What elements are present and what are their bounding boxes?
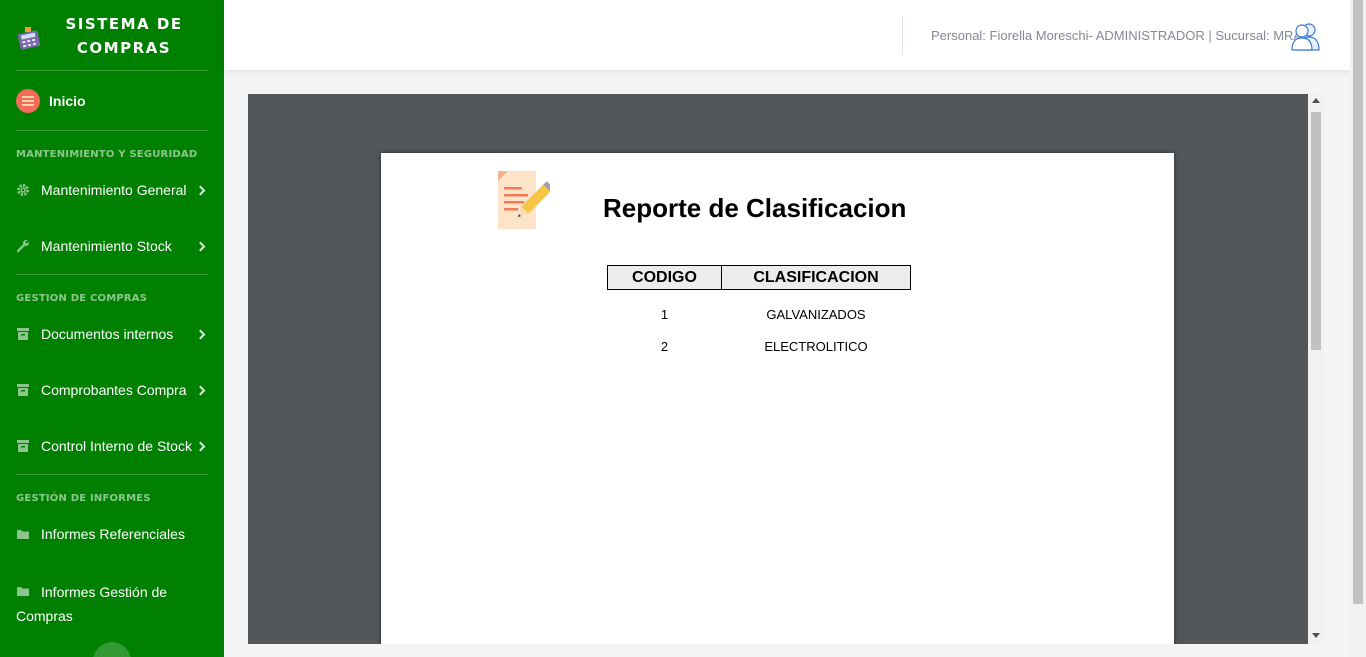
sidebar-item-label: Comprobantes Compra xyxy=(41,382,187,398)
sidebar-item-label: Informes Referenciales xyxy=(41,526,185,542)
cell-clasificacion: GALVANIZADOS xyxy=(766,307,866,323)
report-title: Reporte de Clasificacion xyxy=(603,193,907,223)
sidebar-item-inicio[interactable]: Inicio xyxy=(16,89,208,113)
chevron-right-icon xyxy=(195,441,206,451)
report-table: CODIGO CLASIFICACION 1 GALVANIZADOS 2 EL… xyxy=(607,265,911,366)
page-scroll-thumb[interactable] xyxy=(1353,0,1363,604)
sidebar-divider xyxy=(16,130,208,131)
chevron-right-icon xyxy=(195,185,206,195)
pdf-viewer[interactable]: Reporte de Clasificacion CODIGO CLASIFIC… xyxy=(248,94,1308,644)
sidebar-divider xyxy=(16,274,208,275)
sidebar-item-mantenimiento-general[interactable]: Mantenimiento General xyxy=(16,182,208,198)
column-header-codigo: CODIGO xyxy=(607,265,722,290)
sidebar-item-informes-referenciales[interactable]: Informes Referenciales xyxy=(16,526,208,542)
chevron-right-icon xyxy=(195,385,206,395)
calculator-icon xyxy=(17,27,41,50)
viewer-scrollbar[interactable] xyxy=(1308,94,1324,644)
sidebar-toggle-button[interactable] xyxy=(93,642,131,657)
folder-icon xyxy=(17,530,29,539)
sidebar-divider xyxy=(16,70,208,71)
column-header-clasificacion: CLASIFICACION xyxy=(721,265,911,290)
sidebar-item-informes-gestion-compras[interactable]: Informes Gestión de Compras xyxy=(16,580,196,628)
cell-codigo: 2 xyxy=(660,339,669,354)
sidebar-divider xyxy=(16,474,208,475)
brand-title: SISTEMA DE COMPRAS xyxy=(65,15,183,57)
page-scrollbar[interactable] xyxy=(1350,0,1366,657)
archive-icon xyxy=(17,440,29,452)
folder-icon xyxy=(17,587,29,596)
section-heading-compras: GESTION DE COMPRAS xyxy=(16,293,148,304)
sidebar-item-control-interno-stock[interactable]: Control Interno de Stock xyxy=(16,438,208,454)
sidebar: SISTEMA DE COMPRAS Inicio MANTENIMIENTO … xyxy=(0,0,224,657)
gear-icon xyxy=(17,184,29,196)
scroll-up-arrow-icon[interactable] xyxy=(1312,98,1320,103)
home-icon xyxy=(16,89,40,113)
cell-codigo: 1 xyxy=(660,307,669,323)
cell-clasificacion: ELECTROLITICO xyxy=(764,339,868,354)
section-heading-informes: GESTIÓN DE INFORMES xyxy=(16,493,151,504)
brand[interactable]: SISTEMA DE COMPRAS xyxy=(0,0,224,70)
sidebar-item-label: Mantenimiento General xyxy=(41,182,187,198)
sidebar-item-mantenimiento-stock[interactable]: Mantenimiento Stock xyxy=(16,238,208,254)
sidebar-item-documentos-internos[interactable]: Documentos internos xyxy=(16,326,208,342)
sidebar-item-label: Mantenimiento Stock xyxy=(41,238,172,254)
archive-icon xyxy=(17,384,29,396)
sidebar-item-label: Informes Gestión de Compras xyxy=(16,584,168,624)
pdf-page: Reporte de Clasificacion CODIGO CLASIFIC… xyxy=(381,153,1174,644)
chevron-right-icon xyxy=(195,329,206,339)
edit-document-icon xyxy=(498,171,550,229)
section-heading-mantenimiento: MANTENIMIENTO Y SEGURIDAD xyxy=(16,149,198,160)
topbar: Personal: Fiorella Moreschi- ADMINISTRAD… xyxy=(224,0,1350,70)
table-row: 2 ELECTROLITICO xyxy=(608,328,911,366)
chevron-right-icon xyxy=(195,241,206,251)
viewer-scroll-thumb[interactable] xyxy=(1311,112,1321,350)
wrench-icon xyxy=(16,240,29,253)
user-info[interactable]: Personal: Fiorella Moreschi- ADMINISTRAD… xyxy=(931,28,1302,43)
sidebar-item-label: Control Interno de Stock xyxy=(41,438,192,454)
table-row: 1 GALVANIZADOS xyxy=(608,290,911,328)
topbar-divider xyxy=(902,16,903,54)
archive-icon xyxy=(17,328,29,340)
sidebar-item-label: Inicio xyxy=(49,93,86,109)
table-header-row: CODIGO CLASIFICACION xyxy=(607,265,911,290)
scroll-down-arrow-icon[interactable] xyxy=(1312,633,1320,638)
users-icon[interactable] xyxy=(1290,20,1322,52)
sidebar-item-comprobantes-compra[interactable]: Comprobantes Compra xyxy=(16,382,208,398)
sidebar-item-label: Documentos internos xyxy=(41,326,174,342)
